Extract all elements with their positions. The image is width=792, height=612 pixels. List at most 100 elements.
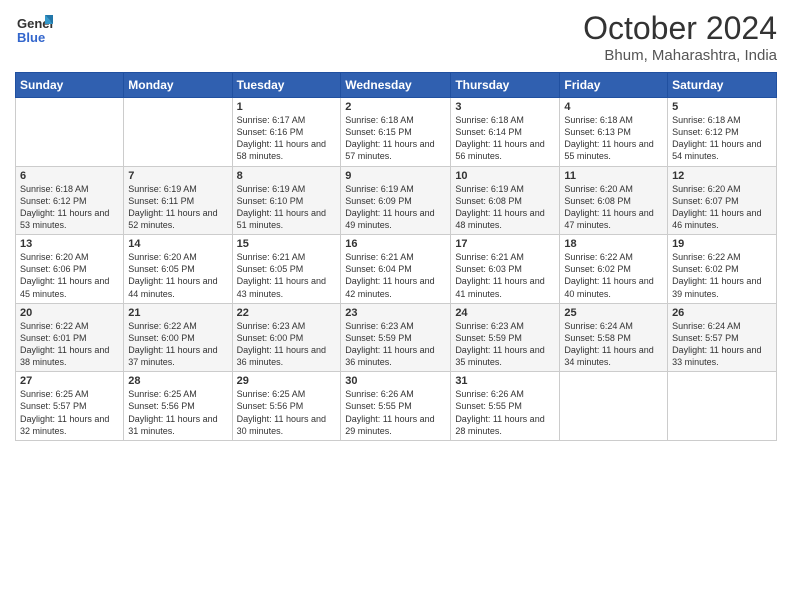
table-row: 15Sunrise: 6:21 AMSunset: 6:05 PMDayligh… xyxy=(232,235,341,304)
table-row: 29Sunrise: 6:25 AMSunset: 5:56 PMDayligh… xyxy=(232,372,341,441)
calendar-table: Sunday Monday Tuesday Wednesday Thursday… xyxy=(15,72,777,441)
day-info: Sunrise: 6:19 AMSunset: 6:11 PMDaylight:… xyxy=(128,183,227,232)
header-monday: Monday xyxy=(124,73,232,98)
day-number: 7 xyxy=(128,170,227,182)
table-row: 7Sunrise: 6:19 AMSunset: 6:11 PMDaylight… xyxy=(124,166,232,235)
table-row: 20Sunrise: 6:22 AMSunset: 6:01 PMDayligh… xyxy=(16,303,124,372)
table-row: 18Sunrise: 6:22 AMSunset: 6:02 PMDayligh… xyxy=(560,235,668,304)
title-section: October 2024 Bhum, Maharashtra, India xyxy=(583,10,777,64)
table-row: 11Sunrise: 6:20 AMSunset: 6:08 PMDayligh… xyxy=(560,166,668,235)
day-number: 10 xyxy=(455,170,555,182)
week-row-1: 6Sunrise: 6:18 AMSunset: 6:12 PMDaylight… xyxy=(16,166,777,235)
day-number: 8 xyxy=(237,170,337,182)
day-number: 20 xyxy=(20,307,119,319)
table-row: 27Sunrise: 6:25 AMSunset: 5:57 PMDayligh… xyxy=(16,372,124,441)
day-number: 14 xyxy=(128,238,227,250)
table-row: 19Sunrise: 6:22 AMSunset: 6:02 PMDayligh… xyxy=(668,235,777,304)
day-number: 6 xyxy=(20,170,119,182)
day-number: 27 xyxy=(20,375,119,387)
table-row: 3Sunrise: 6:18 AMSunset: 6:14 PMDaylight… xyxy=(451,98,560,167)
day-number: 15 xyxy=(237,238,337,250)
day-number: 2 xyxy=(345,101,446,113)
day-number: 5 xyxy=(672,101,772,113)
day-info: Sunrise: 6:18 AMSunset: 6:12 PMDaylight:… xyxy=(20,183,119,232)
day-number: 19 xyxy=(672,238,772,250)
header: General Blue October 2024 Bhum, Maharash… xyxy=(15,10,777,64)
day-info: Sunrise: 6:20 AMSunset: 6:05 PMDaylight:… xyxy=(128,251,227,300)
day-info: Sunrise: 6:19 AMSunset: 6:09 PMDaylight:… xyxy=(345,183,446,232)
day-number: 4 xyxy=(564,101,663,113)
day-number: 17 xyxy=(455,238,555,250)
table-row: 8Sunrise: 6:19 AMSunset: 6:10 PMDaylight… xyxy=(232,166,341,235)
table-row: 26Sunrise: 6:24 AMSunset: 5:57 PMDayligh… xyxy=(668,303,777,372)
week-row-4: 27Sunrise: 6:25 AMSunset: 5:57 PMDayligh… xyxy=(16,372,777,441)
table-row: 2Sunrise: 6:18 AMSunset: 6:15 PMDaylight… xyxy=(341,98,451,167)
month-title: October 2024 xyxy=(583,10,777,47)
day-info: Sunrise: 6:24 AMSunset: 5:57 PMDaylight:… xyxy=(672,320,772,369)
header-thursday: Thursday xyxy=(451,73,560,98)
day-number: 11 xyxy=(564,170,663,182)
day-number: 24 xyxy=(455,307,555,319)
table-row: 9Sunrise: 6:19 AMSunset: 6:09 PMDaylight… xyxy=(341,166,451,235)
table-row: 21Sunrise: 6:22 AMSunset: 6:00 PMDayligh… xyxy=(124,303,232,372)
location: Bhum, Maharashtra, India xyxy=(583,47,777,64)
table-row: 1Sunrise: 6:17 AMSunset: 6:16 PMDaylight… xyxy=(232,98,341,167)
page: General Blue October 2024 Bhum, Maharash… xyxy=(0,0,792,612)
day-number: 13 xyxy=(20,238,119,250)
day-number: 23 xyxy=(345,307,446,319)
day-info: Sunrise: 6:22 AMSunset: 6:01 PMDaylight:… xyxy=(20,320,119,369)
day-info: Sunrise: 6:25 AMSunset: 5:56 PMDaylight:… xyxy=(237,388,337,437)
day-info: Sunrise: 6:19 AMSunset: 6:08 PMDaylight:… xyxy=(455,183,555,232)
day-info: Sunrise: 6:22 AMSunset: 6:02 PMDaylight:… xyxy=(672,251,772,300)
header-sunday: Sunday xyxy=(16,73,124,98)
day-info: Sunrise: 6:21 AMSunset: 6:05 PMDaylight:… xyxy=(237,251,337,300)
table-row: 13Sunrise: 6:20 AMSunset: 6:06 PMDayligh… xyxy=(16,235,124,304)
calendar-header-row: Sunday Monday Tuesday Wednesday Thursday… xyxy=(16,73,777,98)
table-row xyxy=(124,98,232,167)
table-row: 6Sunrise: 6:18 AMSunset: 6:12 PMDaylight… xyxy=(16,166,124,235)
table-row: 31Sunrise: 6:26 AMSunset: 5:55 PMDayligh… xyxy=(451,372,560,441)
table-row: 17Sunrise: 6:21 AMSunset: 6:03 PMDayligh… xyxy=(451,235,560,304)
header-tuesday: Tuesday xyxy=(232,73,341,98)
day-number: 25 xyxy=(564,307,663,319)
day-info: Sunrise: 6:21 AMSunset: 6:04 PMDaylight:… xyxy=(345,251,446,300)
table-row: 12Sunrise: 6:20 AMSunset: 6:07 PMDayligh… xyxy=(668,166,777,235)
day-info: Sunrise: 6:18 AMSunset: 6:15 PMDaylight:… xyxy=(345,114,446,163)
table-row: 4Sunrise: 6:18 AMSunset: 6:13 PMDaylight… xyxy=(560,98,668,167)
table-row xyxy=(16,98,124,167)
day-info: Sunrise: 6:19 AMSunset: 6:10 PMDaylight:… xyxy=(237,183,337,232)
day-info: Sunrise: 6:20 AMSunset: 6:06 PMDaylight:… xyxy=(20,251,119,300)
day-number: 26 xyxy=(672,307,772,319)
table-row: 28Sunrise: 6:25 AMSunset: 5:56 PMDayligh… xyxy=(124,372,232,441)
table-row: 25Sunrise: 6:24 AMSunset: 5:58 PMDayligh… xyxy=(560,303,668,372)
day-info: Sunrise: 6:22 AMSunset: 6:00 PMDaylight:… xyxy=(128,320,227,369)
day-info: Sunrise: 6:23 AMSunset: 6:00 PMDaylight:… xyxy=(237,320,337,369)
day-number: 16 xyxy=(345,238,446,250)
day-info: Sunrise: 6:23 AMSunset: 5:59 PMDaylight:… xyxy=(455,320,555,369)
day-info: Sunrise: 6:25 AMSunset: 5:56 PMDaylight:… xyxy=(128,388,227,437)
day-number: 21 xyxy=(128,307,227,319)
header-saturday: Saturday xyxy=(668,73,777,98)
table-row: 10Sunrise: 6:19 AMSunset: 6:08 PMDayligh… xyxy=(451,166,560,235)
header-wednesday: Wednesday xyxy=(341,73,451,98)
week-row-3: 20Sunrise: 6:22 AMSunset: 6:01 PMDayligh… xyxy=(16,303,777,372)
day-info: Sunrise: 6:26 AMSunset: 5:55 PMDaylight:… xyxy=(345,388,446,437)
day-number: 29 xyxy=(237,375,337,387)
week-row-2: 13Sunrise: 6:20 AMSunset: 6:06 PMDayligh… xyxy=(16,235,777,304)
svg-text:Blue: Blue xyxy=(17,30,45,45)
day-number: 9 xyxy=(345,170,446,182)
table-row: 23Sunrise: 6:23 AMSunset: 5:59 PMDayligh… xyxy=(341,303,451,372)
day-info: Sunrise: 6:23 AMSunset: 5:59 PMDaylight:… xyxy=(345,320,446,369)
day-number: 3 xyxy=(455,101,555,113)
day-number: 12 xyxy=(672,170,772,182)
week-row-0: 1Sunrise: 6:17 AMSunset: 6:16 PMDaylight… xyxy=(16,98,777,167)
day-info: Sunrise: 6:18 AMSunset: 6:13 PMDaylight:… xyxy=(564,114,663,163)
day-number: 28 xyxy=(128,375,227,387)
logo: General Blue xyxy=(15,10,53,53)
logo-icon: General Blue xyxy=(15,10,53,48)
day-info: Sunrise: 6:20 AMSunset: 6:07 PMDaylight:… xyxy=(672,183,772,232)
day-info: Sunrise: 6:24 AMSunset: 5:58 PMDaylight:… xyxy=(564,320,663,369)
day-info: Sunrise: 6:18 AMSunset: 6:12 PMDaylight:… xyxy=(672,114,772,163)
day-info: Sunrise: 6:18 AMSunset: 6:14 PMDaylight:… xyxy=(455,114,555,163)
table-row: 14Sunrise: 6:20 AMSunset: 6:05 PMDayligh… xyxy=(124,235,232,304)
